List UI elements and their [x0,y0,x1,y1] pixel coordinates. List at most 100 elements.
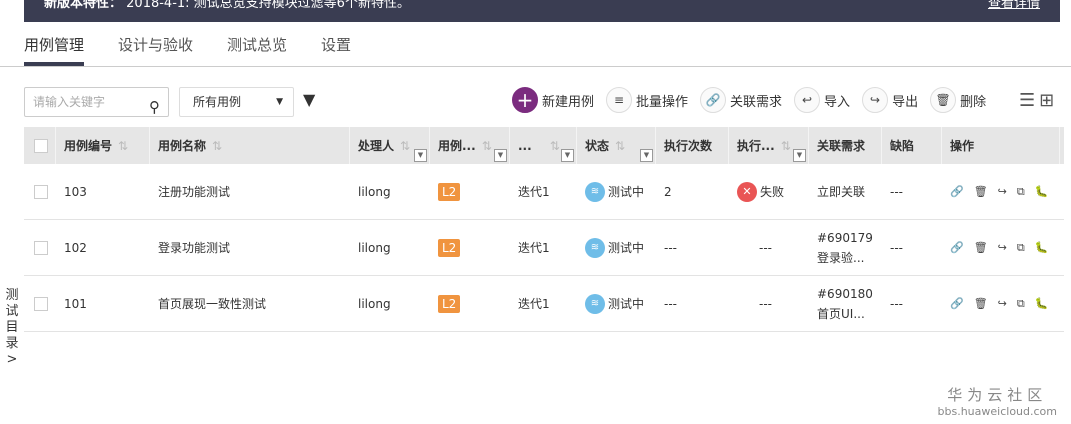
case-name-text[interactable]: 登录功能测试 [158,239,230,256]
sort-icon[interactable]: ⇅ [615,139,625,153]
list-view-icon[interactable]: ☰ [1019,90,1035,111]
sort-icon[interactable]: ⇅ [482,139,492,153]
col-id[interactable]: 用例编号 ⇅ [56,127,150,164]
linked-requirement[interactable]: #690180 首页UI... [809,276,882,331]
sort-icon[interactable]: ⇅ [550,139,560,153]
label: 关联需求 [730,94,783,110]
defect-text: --- [890,240,903,255]
column-filter-icon[interactable]: ▼ [561,149,574,162]
col-label: ... [518,138,532,153]
copy-icon[interactable]: ⧉ [1017,185,1025,199]
sort-icon[interactable]: ⇅ [400,139,410,153]
trash-icon[interactable]: 🗑 [974,297,988,310]
linked-requirement[interactable]: 立即关联 [809,164,882,219]
col-iteration[interactable]: ... ⇅ ▼ [510,127,577,164]
table-row[interactable]: 103 注册功能测试 lilong L2 迭代1 ≋ 测试中 2 ✕ 失败 立即关联… [24,164,1064,220]
col-exec-result[interactable]: 执行... ⇅ ▼ [729,127,809,164]
filter-icon[interactable]: ▼ [303,90,315,109]
case-name-text[interactable]: 首页展现一致性测试 [158,295,266,312]
search-icon[interactable]: ⚲ [149,93,160,121]
search-input[interactable]: 请输入关键字 ⚲ [24,87,169,117]
banner-label: 新版本特性： [44,0,123,11]
exec-result-text: 失败 [760,185,785,199]
export-button[interactable]: ↪ 导出 [862,87,918,113]
col-label: 用例名称 [158,139,207,153]
row-checkbox[interactable] [34,296,48,311]
copy-icon[interactable]: ⧉ [1017,297,1025,311]
export-icon[interactable]: ↪ [998,241,1007,254]
grid-view-icon[interactable]: ⊞ [1039,90,1054,111]
row-select-cell [24,276,56,331]
linked-requirement[interactable]: #690179 登录验... [809,220,882,275]
sort-icon[interactable]: ⇅ [118,139,128,153]
label: 导入 [824,94,851,110]
row-checkbox[interactable] [34,184,48,199]
owner-text: lilong [358,296,391,311]
tab-test-overview[interactable]: 测试总览 [227,34,287,66]
row-checkbox[interactable] [34,240,48,255]
case-id-text: 102 [64,240,87,255]
case-name[interactable]: 注册功能测试 [150,164,350,219]
requirement-line1[interactable]: 立即关联 [817,182,865,202]
col-label: 缺陷 [890,139,915,153]
bug-icon[interactable]: 🐛 [1035,297,1049,310]
export-icon[interactable]: ↪ [998,297,1007,310]
export-icon[interactable]: ↪ [998,185,1007,198]
link-icon[interactable]: 🔗 [950,185,964,198]
requirement-line1[interactable]: #690179 [817,228,873,248]
col-level[interactable]: 用例... ⇅ ▼ [430,127,510,164]
label: 新建用例 [542,94,595,110]
row-select-cell [24,164,56,219]
link-icon[interactable]: 🔗 [950,241,964,254]
tab-design-acceptance[interactable]: 设计与验收 [118,34,193,66]
trash-icon[interactable]: 🗑 [974,185,988,198]
requirement-line2: 登录验... [817,250,865,265]
exec-result-text: --- [759,240,772,255]
sort-icon[interactable]: ⇅ [781,139,791,153]
case-name-text[interactable]: 注册功能测试 [158,183,230,200]
view-details-link[interactable]: 查看详情 [988,0,1040,10]
select-all-checkbox[interactable] [34,138,48,153]
column-filter-icon[interactable]: ▼ [640,149,653,162]
iteration-text: 迭代1 [518,241,550,255]
col-status[interactable]: 状态 ⇅ ▼ [577,127,656,164]
column-filter-icon[interactable]: ▼ [414,149,427,162]
status-text: 测试中 [608,241,645,255]
select-value: 所有用例 [193,95,242,109]
col-owner[interactable]: 处理人 ⇅ ▼ [350,127,430,164]
column-filter-icon[interactable]: ▼ [793,149,806,162]
trash-icon: 🗑 [930,87,957,113]
bug-icon[interactable]: 🐛 [1035,241,1049,254]
level-badge: L2 [438,238,461,257]
case-id-text: 101 [64,296,87,311]
column-filter-icon[interactable]: ▼ [494,149,507,162]
sort-icon[interactable]: ⇅ [212,139,222,153]
case-table: 用例编号 ⇅ 用例名称 ⇅ 处理人 ⇅ ▼ 用例... ⇅ ▼ ... ⇅ ▼ 状态 ⇅ ▼ 执行次… [24,127,1064,332]
table-row[interactable]: 102 登录功能测试 lilong L2 迭代1 ≋ 测试中 --- --- #6… [24,220,1064,276]
import-icon: ↩ [794,87,821,113]
tab-case-management[interactable]: 用例管理 [24,34,85,66]
link-icon[interactable]: 🔗 [950,297,964,310]
bug-icon[interactable]: 🐛 [1035,185,1049,198]
col-exec-count[interactable]: 执行次数 [656,127,729,164]
case-status: ≋ 测试中 [577,276,656,331]
case-filter-select[interactable]: 所有用例 ▼ [179,87,294,117]
case-name[interactable]: 登录功能测试 [150,220,350,275]
tab-settings[interactable]: 设置 [321,34,351,66]
copy-icon[interactable]: ⧉ [1017,241,1025,255]
requirement-line1[interactable]: #690180 [817,284,873,304]
table-row[interactable]: 101 首页展现一致性测试 lilong L2 迭代1 ≋ 测试中 --- ---… [24,276,1064,332]
case-level: L2 [430,164,510,219]
batch-operation-button[interactable]: ≡ 批量操作 [606,87,688,113]
import-button[interactable]: ↩ 导入 [794,87,850,113]
trash-icon[interactable]: 🗑 [974,241,988,254]
exec-result: --- [729,276,809,331]
new-case-button[interactable]: + 新建用例 [512,87,594,113]
test-directory-toggle[interactable]: 测试目录 > [4,288,20,368]
exec-result-text: --- [759,296,772,311]
delete-button[interactable]: 🗑 删除 [930,87,986,113]
link-requirement-button[interactable]: 🔗 关联需求 [700,87,782,113]
col-name[interactable]: 用例名称 ⇅ [150,127,350,164]
case-name[interactable]: 首页展现一致性测试 [150,276,350,331]
testing-status-icon: ≋ [585,181,605,202]
